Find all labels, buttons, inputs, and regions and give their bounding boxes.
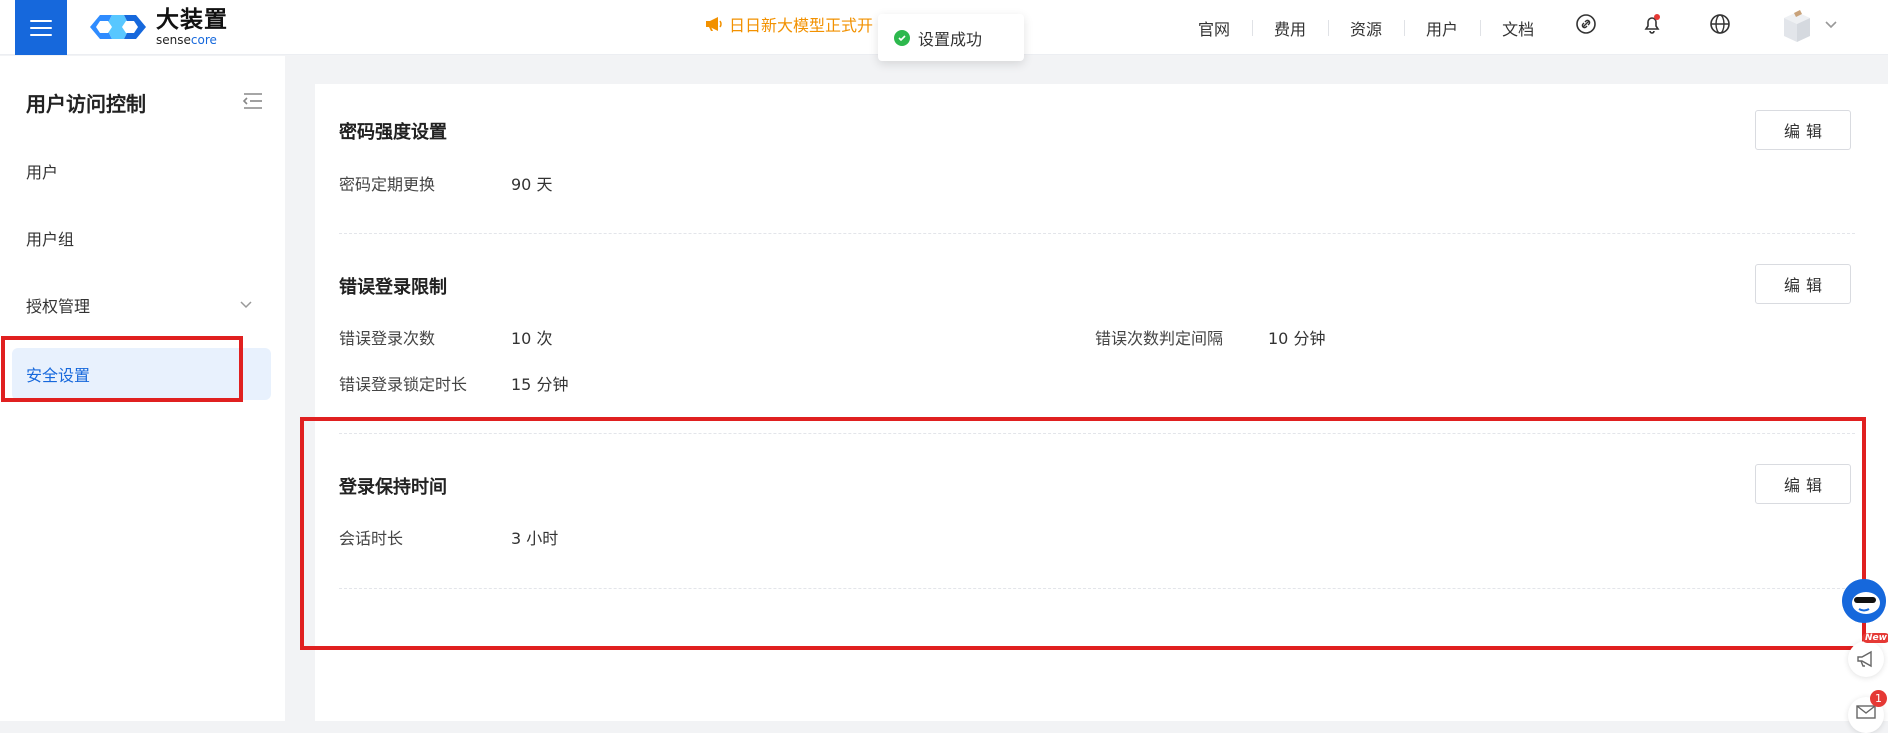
sidebar-title: 用户访问控制 (26, 92, 146, 116)
logo-mark-icon (90, 15, 146, 39)
lock-duration-value: 15 分钟 (511, 375, 569, 394)
check-circle-icon (894, 29, 910, 46)
section-divider (339, 233, 1855, 234)
logo-english-text: sensecore (156, 32, 217, 47)
assistant-robot-icon[interactable] (1842, 579, 1886, 623)
announcement-megaphone-icon[interactable] (1848, 641, 1884, 677)
session-duration-label: 会话时长 (339, 529, 404, 548)
sidebar-item-authorization[interactable]: 授权管理 (12, 279, 271, 331)
sidebar-item-label: 用户 (26, 163, 59, 182)
error-interval-label: 错误次数判定间隔 (1095, 329, 1224, 348)
announcement-text: 日日新大模型正式开 (729, 16, 874, 35)
password-rotation-label: 密码定期更换 (339, 175, 436, 194)
session-duration-value: 3 小时 (511, 529, 559, 548)
sidebar-item-label: 安全设置 (26, 366, 91, 385)
main-content: 密码强度设置 编辑 密码定期更换 90 天 错误登录限制 编辑 错误登录次数 1… (315, 84, 1888, 721)
sidebar-item-label: 用户组 (26, 230, 75, 249)
error-attempts-value: 10 次 (511, 329, 553, 348)
toast-message: 设置成功 (918, 29, 983, 49)
password-edit-button[interactable]: 编辑 (1755, 110, 1851, 150)
avatar-dropdown-chevron-icon[interactable] (1824, 17, 1838, 31)
section-divider (339, 433, 1855, 434)
lock-duration-label: 错误登录锁定时长 (339, 375, 468, 394)
nav-billing[interactable]: 费用 (1252, 16, 1328, 40)
error-interval-value: 10 分钟 (1268, 329, 1326, 348)
top-nav: 官网 费用 资源 用户 文档 (1176, 0, 1556, 55)
password-section-title: 密码强度设置 (339, 122, 447, 143)
megaphone-icon (706, 17, 722, 31)
login-limit-edit-button[interactable]: 编辑 (1755, 264, 1851, 304)
sidebar-item-label: 授权管理 (26, 297, 91, 316)
success-toast: 设置成功 (878, 14, 1024, 61)
menu-icon (30, 19, 52, 36)
notification-bell-icon[interactable] (1640, 12, 1664, 36)
sidebar-item-users[interactable]: 用户 (12, 145, 271, 197)
chevron-down-icon (240, 301, 252, 309)
nav-docs[interactable]: 文档 (1480, 16, 1556, 40)
logo-chinese-text: 大装置 (156, 6, 228, 33)
new-badge: New (1862, 633, 1888, 643)
mail-count-badge: 1 (1870, 690, 1887, 707)
section-divider (339, 588, 1855, 589)
nav-resources[interactable]: 资源 (1328, 16, 1404, 40)
error-attempts-label: 错误登录次数 (339, 329, 436, 348)
session-section-title: 登录保持时间 (339, 477, 447, 498)
support-icon[interactable] (1574, 12, 1598, 36)
collapse-sidebar-icon[interactable] (242, 92, 264, 110)
sidebar-item-user-groups[interactable]: 用户组 (12, 212, 271, 264)
sidebar-item-security-settings[interactable]: 安全设置 (12, 348, 271, 400)
password-rotation-value: 90 天 (511, 175, 553, 194)
nav-official-site[interactable]: 官网 (1176, 16, 1252, 40)
sidebar: 用户访问控制 用户 用户组 授权管理 安全设置 (0, 56, 285, 721)
login-limit-section-title: 错误登录限制 (339, 277, 447, 298)
user-avatar[interactable] (1776, 6, 1818, 48)
globe-language-icon[interactable] (1708, 12, 1732, 36)
nav-users[interactable]: 用户 (1404, 16, 1480, 40)
logo[interactable]: 大装置 sensecore (86, 6, 228, 48)
announcement-banner[interactable]: 日日新大模型正式开 (705, 13, 873, 35)
session-edit-button[interactable]: 编辑 (1755, 464, 1851, 504)
hamburger-menu-button[interactable] (15, 0, 67, 55)
